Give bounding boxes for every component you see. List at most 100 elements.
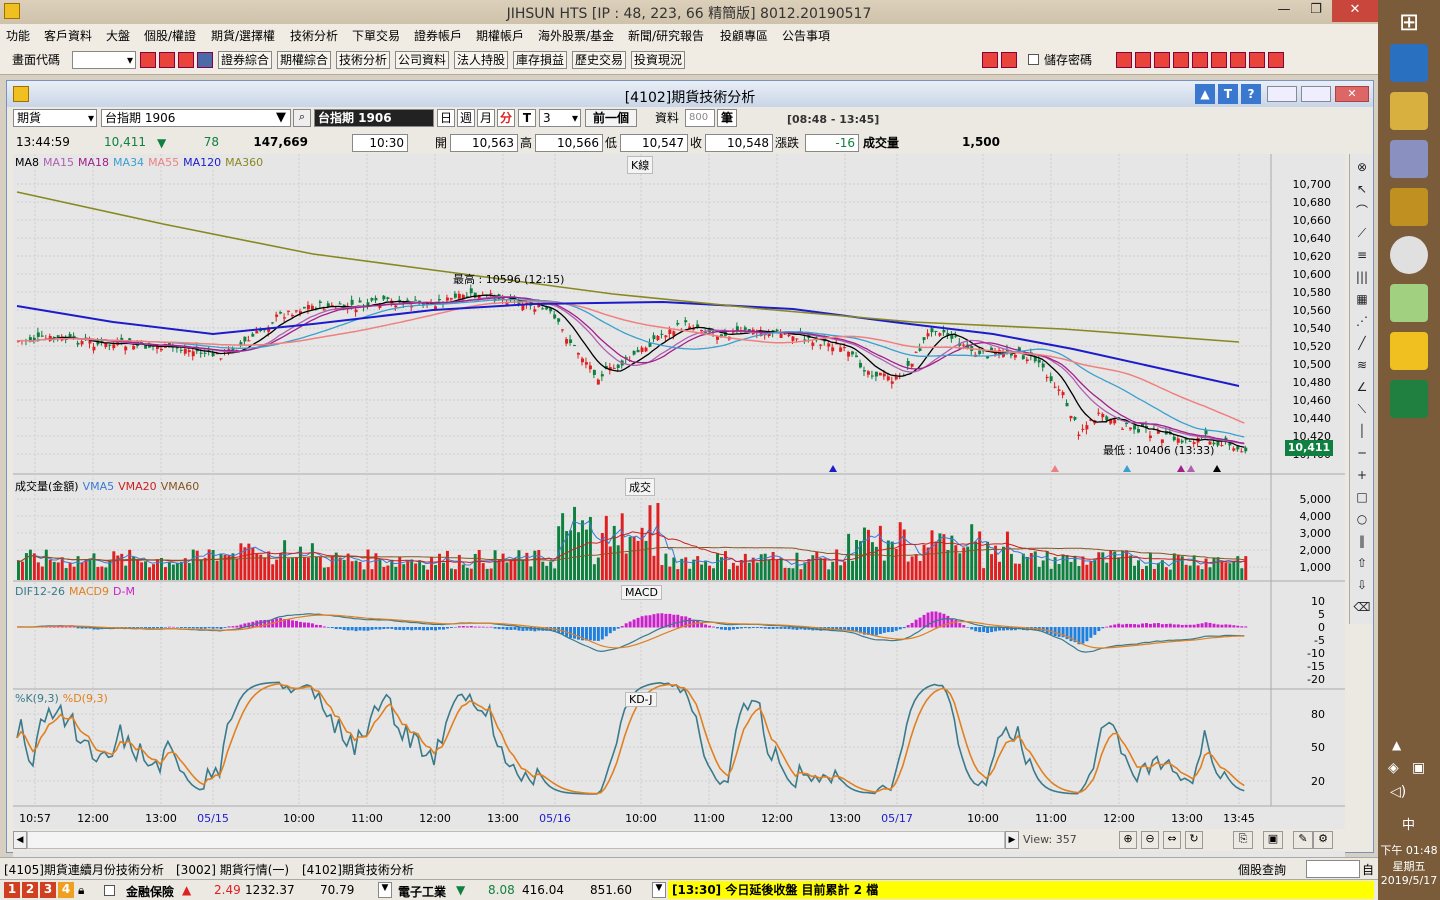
horizontal-scrollbar[interactable] bbox=[27, 831, 1005, 849]
dropdown-icon[interactable] bbox=[197, 52, 213, 68]
file-explorer-icon[interactable] bbox=[1390, 92, 1428, 130]
line-icon[interactable]: ╱ bbox=[1353, 334, 1371, 352]
tool-icon[interactable] bbox=[1173, 52, 1189, 68]
tool-icon[interactable] bbox=[1230, 52, 1246, 68]
ellipse-icon[interactable]: ○ bbox=[1353, 510, 1371, 528]
fan-icon[interactable]: ⋰ bbox=[1353, 312, 1371, 330]
layout-4-button[interactable]: 4 bbox=[58, 882, 74, 898]
menu-item[interactable]: 期權帳戶 bbox=[476, 27, 524, 44]
period-month-button[interactable]: 月 bbox=[477, 109, 495, 127]
print-icon[interactable] bbox=[178, 52, 194, 68]
clock-time[interactable]: 下午 01:48 bbox=[1378, 842, 1440, 858]
clear-icon[interactable]: ⊗ bbox=[1353, 158, 1371, 176]
trend-line-icon[interactable]: ⟋ bbox=[1353, 224, 1371, 242]
toolbar-button[interactable]: 技術分析 bbox=[336, 51, 390, 69]
menu-item[interactable]: 證券帳戶 bbox=[414, 27, 462, 44]
grid-icon[interactable]: ▦ bbox=[1353, 290, 1371, 308]
menu-item[interactable]: 投顧專區 bbox=[720, 27, 768, 44]
minimize-button[interactable]: — bbox=[1268, 0, 1300, 22]
menu-item[interactable]: 海外股票/基金 bbox=[538, 27, 614, 44]
fibonacci-icon[interactable]: ‖ bbox=[1353, 532, 1371, 550]
menu-item[interactable]: 期貨/選擇權 bbox=[211, 27, 275, 44]
network-icon[interactable]: ▣ bbox=[1412, 760, 1425, 776]
cycle-lines-icon[interactable]: ||| bbox=[1353, 268, 1371, 286]
arrow-right-icon[interactable] bbox=[1001, 52, 1017, 68]
settings-icon[interactable]: ⚙ bbox=[1313, 831, 1333, 849]
volume-icon[interactable]: ◁) bbox=[1390, 784, 1406, 800]
layout-1-button[interactable]: 1 bbox=[4, 882, 20, 898]
tab-3002[interactable]: [3002] 期貨行情(一) bbox=[176, 861, 289, 878]
child-restore-button[interactable] bbox=[1301, 86, 1331, 102]
toolbar-button[interactable]: 公司資料 bbox=[395, 51, 449, 69]
period-week-button[interactable]: 週 bbox=[457, 109, 475, 127]
symbol-select[interactable]: 台指期 1906 ▼ bbox=[101, 109, 291, 127]
help-button[interactable]: ? bbox=[1241, 84, 1261, 104]
tool-icon[interactable] bbox=[1135, 52, 1151, 68]
copy-icon[interactable]: ⎘ bbox=[1233, 831, 1253, 849]
notes-icon[interactable] bbox=[1390, 284, 1428, 322]
ime-indicator[interactable]: 中 bbox=[1402, 814, 1415, 833]
chart-canvas[interactable]: 10,700 10,680 10,660 10,640 10,620 10,600 10,5… bbox=[13, 154, 1345, 828]
maximize-button[interactable]: ❐ bbox=[1300, 0, 1332, 22]
period-tick-button[interactable]: T bbox=[518, 109, 536, 127]
toolbar-button[interactable]: 期權綜合 bbox=[277, 51, 331, 69]
tab-4102[interactable]: [4102]期貨技術分析 bbox=[302, 861, 414, 878]
toolbar-button[interactable]: 法人持股 bbox=[454, 51, 508, 69]
period-day-button[interactable]: 日 bbox=[437, 109, 455, 127]
tray-expand-icon[interactable]: ▲ bbox=[1392, 738, 1401, 752]
screen-code-input[interactable]: ▾ bbox=[72, 51, 136, 69]
window-icon[interactable] bbox=[159, 52, 175, 68]
crown-app-icon[interactable] bbox=[1390, 188, 1428, 226]
ie-icon[interactable] bbox=[1390, 44, 1428, 82]
crosshair-icon[interactable]: + bbox=[1353, 466, 1371, 484]
period-value-select[interactable]: 3 ▾ bbox=[539, 109, 581, 127]
tool-icon[interactable] bbox=[1154, 52, 1170, 68]
menu-item[interactable]: 下單交易 bbox=[352, 27, 400, 44]
menu-item[interactable]: 個股/權證 bbox=[144, 27, 196, 44]
ray-icon[interactable]: ⟍ bbox=[1353, 400, 1371, 418]
lock-icon[interactable]: 🔒︎ bbox=[78, 883, 84, 898]
eraser-icon[interactable]: ⌫ bbox=[1353, 598, 1371, 616]
refresh-icon[interactable]: ↻ bbox=[1185, 831, 1203, 849]
stock-query-button[interactable]: 自 bbox=[1362, 861, 1374, 878]
toolbar-button[interactable]: 庫存損益 bbox=[513, 51, 567, 69]
tool-icon[interactable] bbox=[1116, 52, 1132, 68]
menu-item[interactable]: 功能 bbox=[6, 27, 30, 44]
tool-icon[interactable] bbox=[1192, 52, 1208, 68]
window-layout-icon[interactable]: ▣ bbox=[1263, 831, 1283, 849]
up-button[interactable]: ▲ bbox=[1195, 84, 1215, 104]
windows-start-icon[interactable]: ⊞ bbox=[1390, 4, 1428, 42]
down-arrow-icon[interactable]: ⇩ bbox=[1353, 576, 1371, 594]
layout-3-button[interactable]: 3 bbox=[40, 882, 56, 898]
wave-icon[interactable]: ≋ bbox=[1353, 356, 1371, 374]
layout-2-button[interactable]: 2 bbox=[22, 882, 38, 898]
news-ticker[interactable]: [13:30] 今日延後收盤 目前累計 2 檔 bbox=[668, 881, 1374, 899]
child-minimize-button[interactable] bbox=[1267, 86, 1297, 102]
data-unit-button[interactable]: 筆 bbox=[717, 109, 737, 127]
prev-button[interactable]: 前一個 bbox=[585, 109, 637, 127]
paint-icon[interactable] bbox=[1390, 140, 1428, 178]
menu-item[interactable]: 公告事項 bbox=[782, 27, 830, 44]
angle-icon[interactable]: ∠ bbox=[1353, 378, 1371, 396]
scroll-left-button[interactable]: ◀ bbox=[13, 831, 27, 849]
child-close-button[interactable]: ✕ bbox=[1335, 86, 1369, 102]
data-count-input[interactable]: 800 bbox=[685, 109, 715, 127]
period-minute-button[interactable]: 分 bbox=[497, 109, 515, 127]
zoom-in-icon[interactable]: ⊕ bbox=[1119, 831, 1137, 849]
channel-icon[interactable]: ≡ bbox=[1353, 246, 1371, 264]
menu-item[interactable]: 大盤 bbox=[106, 27, 130, 44]
chevron-down-icon[interactable]: ▼ bbox=[378, 882, 392, 898]
vertical-line-icon[interactable]: │ bbox=[1353, 422, 1371, 440]
jihsun-app-icon[interactable] bbox=[1390, 332, 1428, 370]
toolbar-button[interactable]: 投資現況 bbox=[631, 51, 685, 69]
close-button[interactable]: ✕ bbox=[1332, 0, 1378, 22]
product-type-select[interactable]: 期貨 ▾ bbox=[13, 109, 97, 127]
pen-icon[interactable]: ✎ bbox=[1293, 831, 1313, 849]
save-password-checkbox[interactable] bbox=[1028, 54, 1039, 65]
chrome-icon[interactable] bbox=[1390, 236, 1428, 274]
tool-icon[interactable] bbox=[1268, 52, 1284, 68]
spreadsheet-icon[interactable] bbox=[1390, 380, 1428, 418]
up-arrow-icon[interactable]: ⇧ bbox=[1353, 554, 1371, 572]
search-icon[interactable]: ⌕ bbox=[293, 109, 311, 127]
arc-icon[interactable]: ⌒ bbox=[1353, 202, 1371, 220]
